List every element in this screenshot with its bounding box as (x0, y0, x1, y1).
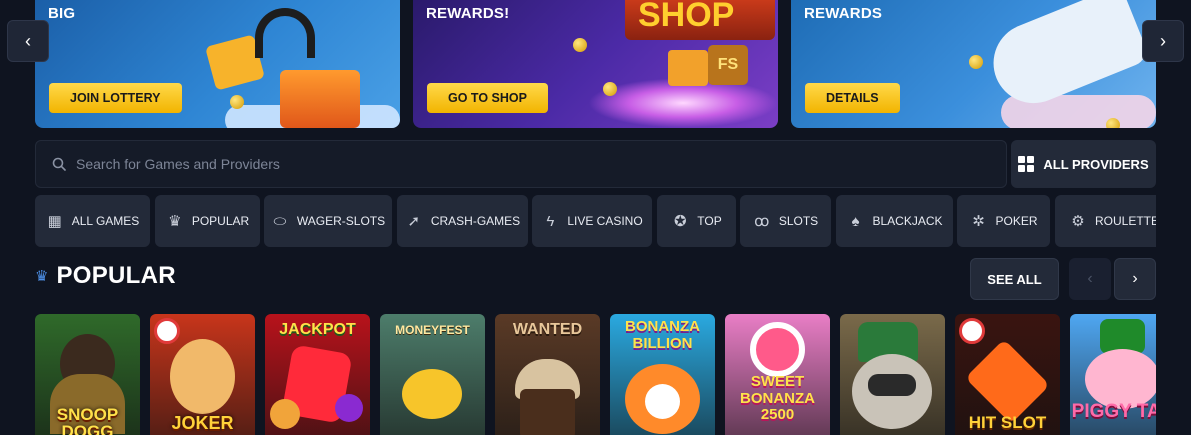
shop-banner[interactable]: SHOP FS REWARDS! GO TO SHOP (413, 0, 778, 128)
roulette-icon: ⚙ (1071, 213, 1085, 230)
game-title: BONANZA BILLION (625, 318, 700, 352)
category-bar: ▦ ALL GAMES ♛ POPULAR ⬭ WAGER-SLOTS ➚ CR… (35, 195, 1156, 247)
cherries-icon: ꝏ (754, 213, 770, 230)
shop-sign-text: SHOP (638, 0, 735, 34)
coin-icon (603, 82, 617, 96)
coin-icon (969, 55, 983, 69)
grid-icon: ▦ (47, 213, 62, 230)
cards-icon: ♠ (851, 212, 860, 230)
games-prev-button[interactable]: ‹ (1069, 258, 1111, 300)
category-crash-games[interactable]: ➚ CRASH-GAMES (397, 195, 528, 247)
category-label: POKER (995, 214, 1038, 228)
banner-title: REWARDS! (426, 5, 510, 22)
chevron-left-icon: ‹ (25, 30, 31, 51)
provider-badge (154, 318, 180, 344)
carousel-prev-button[interactable]: ‹ (7, 20, 49, 62)
coin-icon (230, 95, 244, 109)
category-roulette[interactable]: ⚙ ROULETTE (1055, 195, 1156, 247)
search-bar[interactable] (35, 140, 1007, 188)
category-label: WAGER-SLOTS (296, 214, 386, 228)
promo-banner-carousel: BIG JOIN LOTTERY SHOP FS REWARDS! GO TO … (35, 0, 1156, 128)
all-providers-button[interactable]: ALL PROVIDERS (1011, 140, 1156, 188)
game-title: JOKER (171, 413, 234, 433)
category-all-games[interactable]: ▦ ALL GAMES (35, 195, 150, 247)
game-title: SWEET BONANZA 2500 (740, 373, 815, 423)
crown-icon: ♛ (168, 213, 182, 230)
chevron-left-icon: ‹ (1087, 270, 1093, 287)
free-spins-badge: FS (708, 45, 748, 85)
lottery-banner[interactable]: BIG JOIN LOTTERY (35, 0, 400, 128)
game-card[interactable]: WANTED (495, 314, 600, 435)
game-card[interactable]: JOKER (150, 314, 255, 435)
go-to-shop-button[interactable]: GO TO SHOP (427, 83, 548, 113)
game-card[interactable]: PIGGY TAP (1070, 314, 1156, 435)
category-label: ALL GAMES (71, 214, 140, 228)
banner-title: REWARDS (804, 5, 883, 22)
game-title: SNOOP DOGG (56, 405, 119, 435)
category-label: LIVE CASINO (567, 214, 643, 228)
coin-icon (1106, 118, 1120, 128)
all-providers-label: ALL PROVIDERS (1043, 156, 1149, 172)
chevron-right-icon: › (1160, 30, 1166, 51)
lightning-icon: ϟ (546, 212, 555, 230)
games-next-button[interactable]: › (1114, 258, 1156, 300)
game-title: MONEYFEST (395, 323, 470, 337)
prize-box-art (280, 70, 360, 128)
game-card[interactable]: HIT SLOT (955, 314, 1060, 435)
chevron-right-icon: › (1132, 270, 1138, 287)
game-card[interactable]: BONANZA BILLION (610, 314, 715, 435)
banner-title: BIG (48, 5, 76, 22)
headphones-art (255, 8, 315, 58)
section-title: POPULAR (56, 262, 176, 289)
game-title: WANTED (512, 321, 583, 338)
category-slots[interactable]: ꝏ SLOTS (740, 195, 831, 247)
provider-badge (959, 318, 985, 344)
category-popular[interactable]: ♛ POPULAR (155, 195, 260, 247)
category-label: SLOTS (778, 214, 819, 228)
rewards-banner[interactable]: REWARDS DETAILS (791, 0, 1156, 128)
carousel-next-button[interactable]: › (1142, 20, 1184, 62)
join-lottery-button[interactable]: JOIN LOTTERY (49, 83, 182, 113)
poker-chip-icon: ✲ (972, 213, 985, 230)
search-input[interactable] (76, 156, 976, 172)
category-poker[interactable]: ✲ POKER (957, 195, 1050, 247)
category-label: TOP (697, 214, 722, 228)
crown-icon: ♛ (35, 268, 49, 285)
category-live-casino[interactable]: ϟ LIVE CASINO (532, 195, 652, 247)
category-label: CRASH-GAMES (430, 214, 521, 228)
category-top[interactable]: ✪ TOP (657, 195, 736, 247)
game-title: JACKPOT (279, 321, 356, 338)
see-all-button[interactable]: SEE ALL (970, 258, 1059, 300)
category-blackjack[interactable]: ♠ BLACKJACK (836, 195, 953, 247)
game-card[interactable]: SNOOP DOGG (35, 314, 140, 435)
popular-games-row: SNOOP DOGG JOKER JACKPOT MONEYFEST WANTE… (35, 314, 1156, 435)
details-button[interactable]: DETAILS (805, 83, 900, 113)
badge-icon: ✪ (673, 213, 687, 230)
rocket-icon: ➚ (407, 213, 421, 230)
casino-lobby: BIG JOIN LOTTERY SHOP FS REWARDS! GO TO … (0, 0, 1191, 435)
grid-icon (1018, 156, 1035, 172)
game-title: PIGGY TAP (1071, 401, 1156, 422)
game-card[interactable] (840, 314, 945, 435)
category-label: BLACKJACK (872, 214, 943, 228)
category-wager-slots[interactable]: ⬭ WAGER-SLOTS (264, 195, 392, 247)
game-card[interactable]: SWEET BONANZA 2500 (725, 314, 830, 435)
chip-icon: ⬭ (273, 212, 287, 230)
coin-icon (573, 38, 587, 52)
game-card[interactable]: MONEYFEST (380, 314, 485, 435)
game-card[interactable]: JACKPOT (265, 314, 370, 435)
gift-art (668, 50, 708, 86)
search-icon (52, 157, 66, 171)
popular-section-header: ♛ POPULAR (35, 262, 176, 290)
category-label: ROULETTE (1095, 214, 1156, 228)
category-label: POPULAR (191, 214, 250, 228)
game-title: HIT SLOT (968, 413, 1047, 432)
